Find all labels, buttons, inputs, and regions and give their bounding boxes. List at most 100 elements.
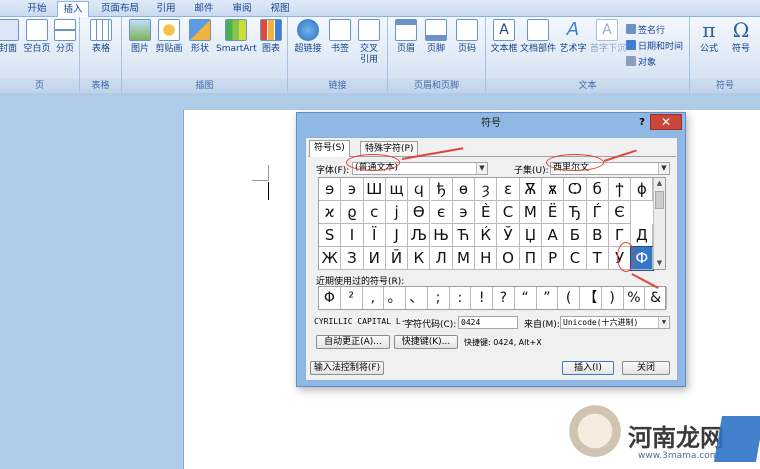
quick-parts-button[interactable]: 文档部件 — [520, 19, 556, 55]
help-button[interactable]: ? — [636, 115, 648, 131]
blank-page-button[interactable]: 空白页 — [22, 19, 52, 55]
cross-reference-button[interactable]: 交叉引用 — [354, 19, 384, 66]
symbol-cell[interactable]: Ћ — [452, 224, 476, 247]
page-number-button[interactable]: 页码 — [452, 19, 482, 55]
footer-button[interactable]: 页脚 — [422, 19, 450, 55]
symbol-cell[interactable]: Ѐ — [475, 201, 498, 224]
scroll-thumb[interactable] — [655, 191, 664, 209]
symbol-cell[interactable]: Ђ — [564, 201, 587, 224]
clip-art-button[interactable]: 剪贴画 — [154, 19, 184, 55]
scroll-down-icon[interactable]: ▼ — [654, 258, 665, 269]
symbol-cell[interactable]: Њ — [430, 224, 453, 247]
tab-mailings[interactable]: 邮件 — [188, 1, 220, 17]
text-box-button[interactable]: A 文本框 — [488, 19, 520, 55]
tab-page-layout[interactable]: 页面布局 — [96, 1, 144, 17]
symbol-cell[interactable]: Ѫ — [519, 178, 542, 201]
symbol-cell[interactable]: ϥ — [408, 178, 431, 201]
symbol-cell[interactable]: ϯ — [608, 178, 632, 201]
tab-home[interactable]: 开始 — [20, 1, 54, 17]
shortcut-key-button[interactable]: 快捷键(K)... — [394, 335, 458, 349]
recent-symbol-cell[interactable]: ) — [602, 287, 624, 309]
recent-symbol-cell[interactable]: & — [645, 287, 667, 309]
close-icon[interactable]: ✕ — [650, 114, 682, 130]
symbol-cell[interactable]: З — [341, 247, 364, 270]
page-break-button[interactable]: 分页 — [52, 19, 78, 55]
symbol-cell[interactable]: Л — [430, 247, 453, 270]
drop-cap-button[interactable]: A 首字下沉 — [590, 19, 626, 55]
recent-symbol-cell[interactable]: ? — [493, 287, 515, 309]
recent-symbol-cell[interactable]: , — [363, 287, 385, 309]
symbol-cell[interactable]: Ж — [319, 247, 342, 270]
tab-insert[interactable]: 插入 — [57, 1, 89, 18]
shapes-button[interactable]: 形状 — [186, 19, 214, 55]
symbol-cell[interactable]: ϕ — [631, 178, 654, 201]
table-button[interactable]: 表格 — [88, 19, 114, 55]
wordart-button[interactable]: A 艺术字 — [558, 19, 588, 55]
symbol-cell[interactable]: П — [519, 247, 542, 270]
recent-symbol-cell[interactable]: 、 — [406, 287, 428, 309]
symbol-cell[interactable]: Ў — [497, 224, 520, 247]
tab-references[interactable]: 引用 — [150, 1, 182, 17]
signature-line-button[interactable]: 签名行 — [626, 23, 665, 36]
recent-symbol-cell[interactable]: ! — [471, 287, 493, 309]
recent-symbol-cell[interactable]: ( — [558, 287, 580, 309]
symbol-cell[interactable]: М — [519, 201, 542, 224]
ime-control-button[interactable]: 输入法控制将(F) — [310, 361, 384, 375]
recent-symbol-cell[interactable]: “ — [515, 287, 537, 309]
symbol-cell[interactable]: С — [564, 247, 587, 270]
symbol-cell[interactable]: Џ — [519, 224, 542, 247]
symbol-cell[interactable]: Ш — [363, 178, 386, 201]
symbol-cell[interactable]: ѫ — [542, 178, 565, 201]
recent-symbol-cell[interactable]: ² — [341, 287, 363, 309]
autocorrect-button[interactable]: 自动更正(A)... — [316, 335, 390, 349]
tab-view[interactable]: 视图 — [264, 1, 296, 17]
symbol-cell[interactable]: ϰ — [319, 201, 342, 224]
symbol-cell[interactable]: ѳ — [452, 178, 476, 201]
symbol-cell[interactable]: Є — [608, 201, 632, 224]
recent-symbol-cell[interactable]: : — [450, 287, 472, 309]
symbol-cell[interactable]: Ѻ — [564, 178, 587, 201]
tab-review[interactable]: 审阅 — [226, 1, 258, 17]
smartart-button[interactable]: SmartArt — [216, 19, 257, 55]
char-code-input[interactable]: 0424 — [458, 316, 518, 329]
symbol-cell[interactable]: щ — [385, 178, 409, 201]
symbol-cell[interactable]: Й — [385, 247, 409, 270]
symbol-cell[interactable]: А — [542, 224, 565, 247]
hyperlink-button[interactable]: 超链接 — [292, 19, 324, 55]
symbol-cell[interactable]: М — [452, 247, 476, 270]
equation-button[interactable]: π 公式 — [694, 19, 724, 55]
symbol-cell[interactable]: ɛ — [497, 178, 520, 201]
symbol-cell[interactable]: ђ — [430, 178, 453, 201]
symbol-cell[interactable]: S — [319, 224, 342, 247]
header-button[interactable]: 页眉 — [392, 19, 420, 55]
recent-symbol-cell[interactable]: 【 — [580, 287, 602, 309]
symbol-cell[interactable]: є — [430, 201, 453, 224]
picture-button[interactable]: 图片 — [128, 19, 152, 55]
symbol-cell[interactable]: С — [497, 201, 520, 224]
symbol-cell[interactable]: Љ — [408, 224, 431, 247]
scroll-up-icon[interactable]: ▲ — [654, 178, 665, 189]
date-time-button[interactable]: 日期和时间 — [626, 39, 683, 52]
from-select[interactable]: Unicode(十六进制) ▼ — [560, 316, 670, 329]
symbol-cell[interactable]: Д — [631, 224, 654, 247]
symbol-cell[interactable]: Ё — [542, 201, 565, 224]
symbol-cell[interactable]: К — [408, 247, 431, 270]
insert-button[interactable]: 插入(I) — [562, 361, 614, 375]
symbol-cell[interactable]: І — [341, 224, 364, 247]
symbol-cell[interactable]: ϲ — [363, 201, 386, 224]
symbol-cell[interactable]: Р — [542, 247, 565, 270]
symbol-cell[interactable]: б — [586, 178, 609, 201]
chart-button[interactable]: 图表 — [258, 19, 284, 55]
symbol-cell[interactable]: ϱ — [341, 201, 364, 224]
recent-symbol-cell[interactable]: ” — [537, 287, 559, 309]
tab-symbols[interactable]: 符号(S) — [309, 140, 350, 157]
recent-symbol-cell[interactable]: 。 — [384, 287, 406, 309]
symbol-cell[interactable]: ϳ — [385, 201, 409, 224]
symbol-cell[interactable]: Б — [564, 224, 587, 247]
symbol-cell[interactable]: ϶ — [341, 178, 364, 201]
recent-symbol-cell[interactable]: % — [624, 287, 646, 309]
symbol-cell[interactable]: Ѳ — [408, 201, 431, 224]
symbol-button[interactable]: Ω 符号 — [726, 19, 756, 55]
recent-symbol-cell[interactable]: Φ — [319, 287, 341, 309]
cover-page-button[interactable]: 封面 — [0, 19, 22, 55]
